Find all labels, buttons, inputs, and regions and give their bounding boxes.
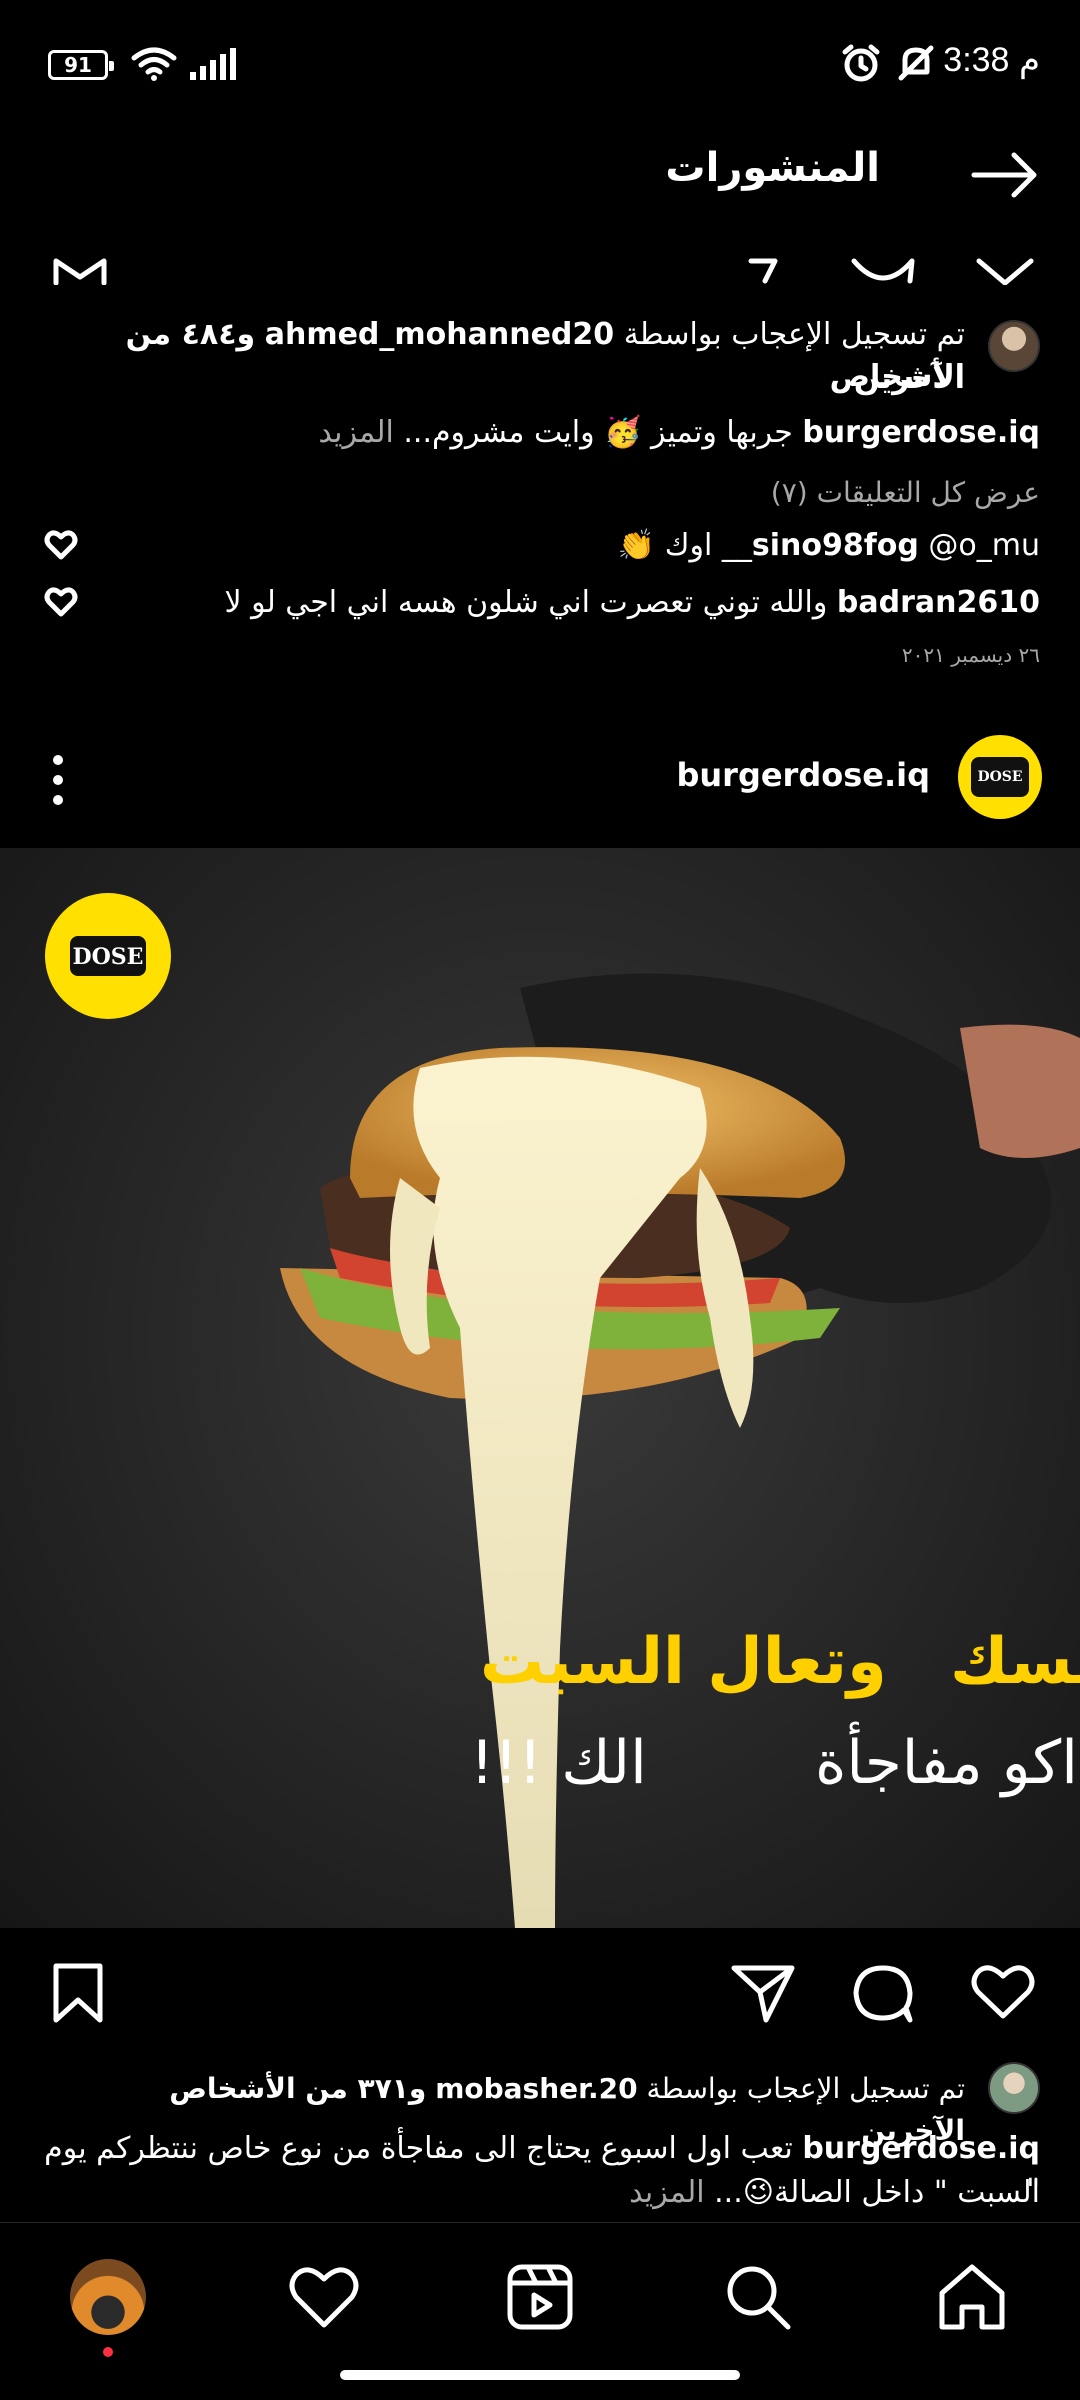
image-text-line2a: اكو مفاجأة [815,1721,1078,1798]
comment-user[interactable]: sino98fog [752,528,919,563]
heart-icon[interactable] [44,585,78,619]
caption-text: جربها وتميز 🥳 وايت مشروم... [403,415,793,450]
post-image[interactable]: DOSE تعب نفسك وتعال السبت اكو مفاجأة الك… [0,848,1080,1928]
likes-summary[interactable]: تم تسجيل الإعجاب بواسطة ahmed_mohanned20… [85,314,965,398]
post-author-avatar[interactable]: DOSE [958,735,1042,819]
notification-dot [103,2347,113,2357]
clock: م 3:38 [943,40,1040,80]
more-options-icon[interactable] [48,750,68,810]
heart-icon[interactable] [970,1962,1036,2022]
burger-photo: DOSE تعب نفسك وتعال السبت اكو مفاجأة الك… [45,893,1080,1928]
comment-row: sino98fog @o_mu__ اوك 👏 [120,525,1040,567]
more-link[interactable]: المزيد [629,2175,704,2210]
share-icon[interactable] [745,255,781,285]
battery-icon: 91 [48,50,114,80]
time-label: 3:38 [943,41,1010,79]
mute-icon [898,45,934,81]
dose-logo: DOSE [73,944,144,970]
caption-user[interactable]: burgerdose.iq [802,2131,1040,2166]
comment-row: badran2610 والله توني تعصرت اني شلون هسه… [120,582,1040,624]
comment-user[interactable]: badran2610 [837,585,1040,620]
comment-text: والله توني تعصرت اني شلون هسه اني اجي لو… [224,585,828,620]
wifi-icon [131,47,177,81]
post-username[interactable]: burgerdose.iq [676,756,930,794]
likes-user[interactable]: ahmed_mohanned20 [265,317,614,352]
post-date: ٢٦ ديسمبر ٢٠٢١ [901,643,1040,667]
status-bar: 91 م 3:38 [0,0,1080,130]
heart-icon[interactable] [975,255,1035,285]
bookmark-icon[interactable] [52,1962,104,2024]
comment-icon[interactable] [850,1962,916,2024]
heart-icon[interactable] [286,2259,362,2335]
caption: burgerdose.iq جربها وتميز 🥳 وايت مشروم..… [40,412,1040,454]
bookmark-icon[interactable] [52,255,108,285]
liker-avatar[interactable] [988,320,1040,372]
alarm-icon [842,44,880,82]
liker-avatar[interactable] [988,2062,1040,2114]
comment-icon[interactable] [850,255,916,285]
image-text-line1b: وتعال السبت [480,1625,887,1699]
search-icon[interactable] [720,2259,796,2335]
image-text-line2b: الك !!! [470,1728,647,1798]
more-link[interactable]: المزيد [318,415,393,450]
caption-text: السبت " داخل الصالة😉... [714,2175,1040,2210]
image-text-line1a: تعب نفسك [950,1625,1080,1699]
likes-suffix-line2[interactable]: الآخرين [854,358,965,400]
view-all-comments[interactable]: عرض كل التعليقات (٧) [771,472,1040,514]
likes-prefix: تم تسجيل الإعجاب بواسطة [623,317,965,352]
home-icon[interactable] [934,2259,1010,2335]
caption-user[interactable]: burgerdose.iq [802,415,1040,450]
heart-icon[interactable] [44,528,78,562]
arrow-right-icon[interactable] [970,150,1040,200]
caption-line2: السبت " داخل الصالة😉... المزيد [40,2172,1040,2214]
am-pm-label: م [1018,41,1040,79]
gesture-bar[interactable] [340,2370,740,2380]
profile-avatar[interactable] [70,2259,146,2335]
dose-logo: DOSE [971,757,1029,797]
reels-icon[interactable] [502,2259,578,2335]
share-icon[interactable] [730,1962,796,2024]
likes-prefix: تم تسجيل الإعجاب بواسطة [646,2072,965,2105]
likes-user[interactable]: mobasher.20 [435,2072,637,2105]
page-title: المنشورات [665,145,880,191]
signal-icon [190,48,236,80]
